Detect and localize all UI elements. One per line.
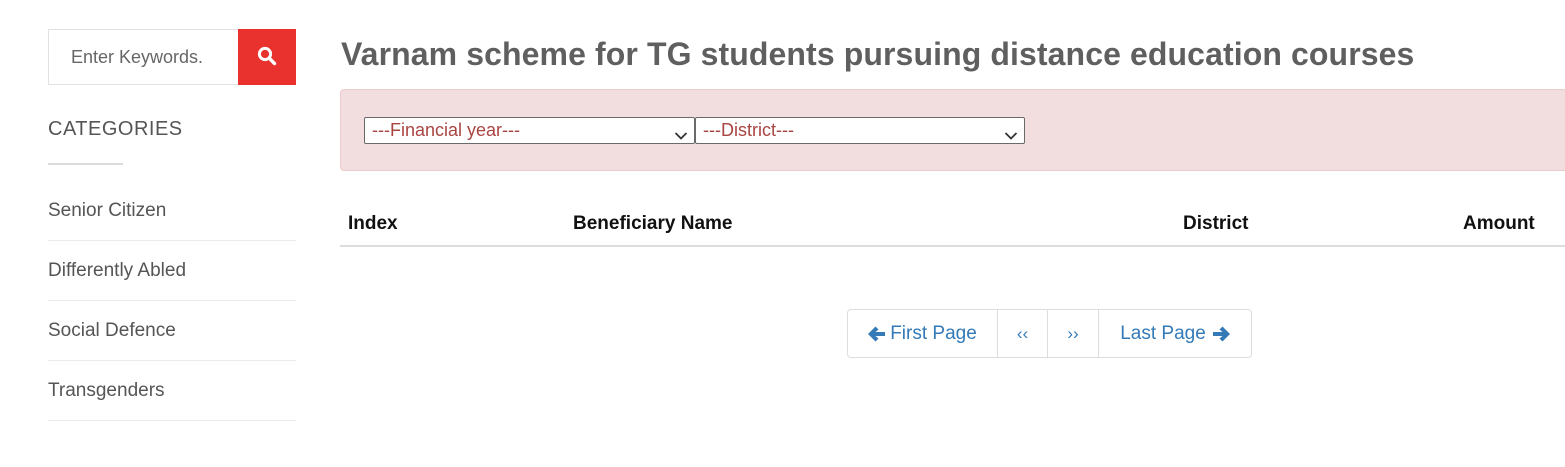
column-header-beneficiary-name: Beneficiary Name	[573, 213, 733, 234]
main-content: Varnam scheme for TG students pursuing d…	[340, 36, 1565, 247]
next-page-button[interactable]: ››	[1048, 310, 1099, 357]
page-title: Varnam scheme for TG students pursuing d…	[341, 36, 1415, 72]
previous-page-button[interactable]: ‹‹	[998, 310, 1048, 357]
arrow-right-icon	[1206, 326, 1230, 342]
financial-year-select[interactable]: ---Financial year---	[364, 117, 695, 144]
search-input[interactable]	[48, 29, 238, 85]
categories-heading: CATEGORIES	[48, 118, 183, 140]
category-senior-citizen[interactable]: Senior Citizen	[48, 181, 296, 241]
pagination: First Page ‹‹ ›› Last Page	[847, 309, 1252, 358]
chevron-down-icon	[674, 124, 688, 149]
category-differently-abled[interactable]: Differently Abled	[48, 241, 296, 301]
column-header-amount: Amount	[1463, 213, 1535, 234]
financial-year-value: ---Financial year---	[372, 120, 521, 140]
filter-panel: ---Financial year--- ---District---	[340, 89, 1565, 171]
district-value: ---District---	[703, 120, 794, 140]
categories-divider	[48, 163, 123, 165]
first-page-button[interactable]: First Page	[848, 310, 998, 357]
search-icon	[257, 46, 277, 69]
arrow-left-icon	[868, 326, 890, 342]
last-page-label: Last Page	[1120, 322, 1206, 344]
category-transgenders[interactable]: Transgenders	[48, 361, 296, 421]
search-bar	[48, 29, 296, 85]
category-list: Senior Citizen Differently Abled Social …	[48, 181, 296, 421]
first-page-label: First Page	[890, 322, 977, 344]
beneficiary-table-header: Index Beneficiary Name District Amount	[340, 208, 1565, 247]
column-header-district: District	[1183, 213, 1249, 234]
district-select[interactable]: ---District---	[695, 117, 1025, 144]
chevron-down-icon	[1004, 124, 1018, 149]
category-social-defence[interactable]: Social Defence	[48, 301, 296, 361]
sidebar: CATEGORIES Senior Citizen Differently Ab…	[48, 29, 296, 421]
search-button[interactable]	[238, 29, 296, 85]
last-page-button[interactable]: Last Page	[1099, 310, 1251, 357]
column-header-index: Index	[348, 213, 398, 234]
